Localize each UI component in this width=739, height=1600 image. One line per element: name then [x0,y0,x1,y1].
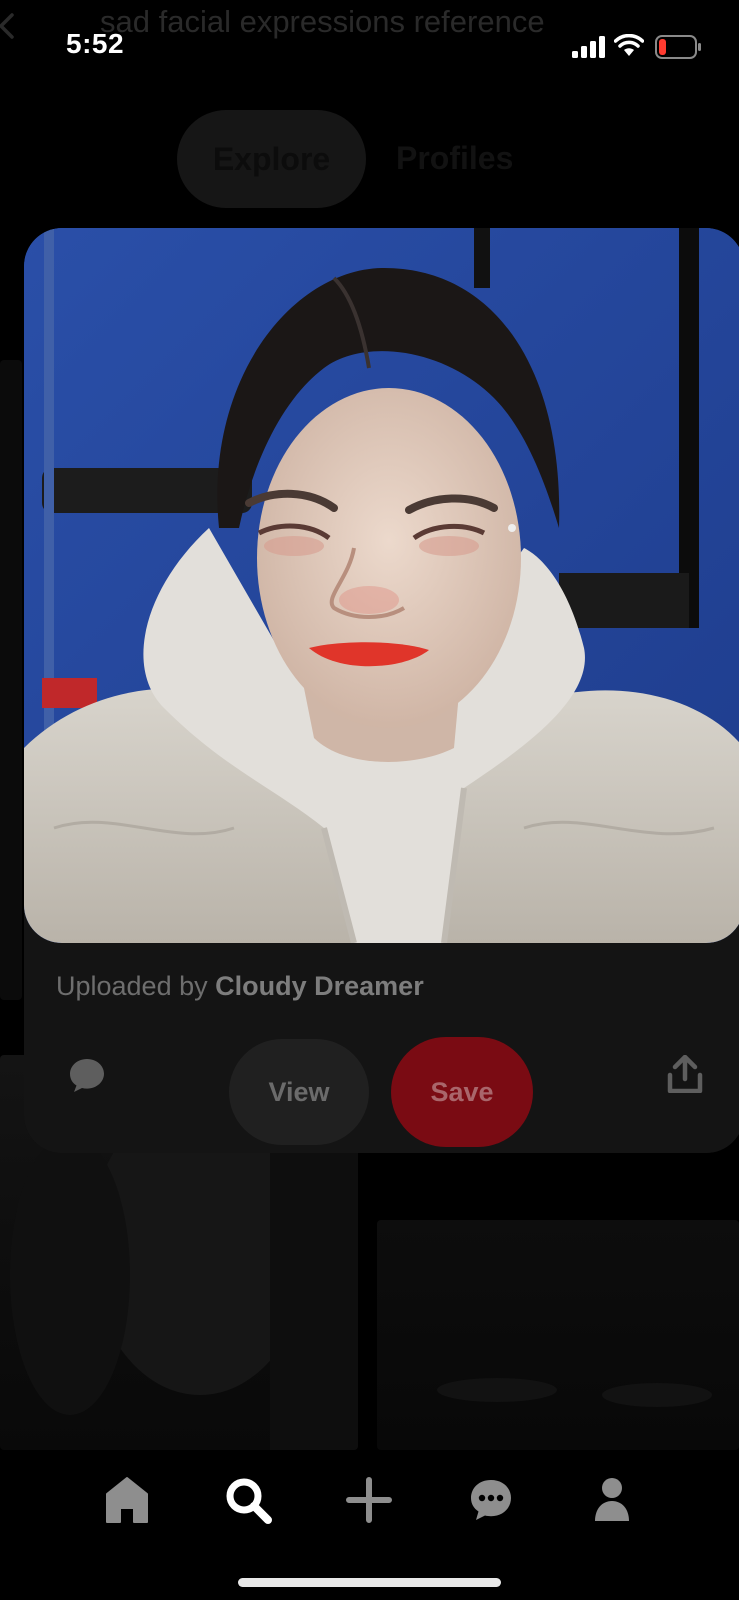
tab-profiles[interactable]: Profiles [396,140,513,177]
wifi-icon [614,34,644,56]
comment-icon[interactable] [68,1057,106,1093]
search-tabs: Explore Profiles [0,110,739,210]
pin-thumbnail-image [437,1378,712,1407]
uploaded-by: Uploaded by Cloudy Dreamer [56,971,424,1002]
status-time: 5:52 [66,28,125,59]
view-button[interactable]: View [229,1039,369,1145]
battery-icon [655,35,701,59]
nav-home[interactable] [97,1470,157,1530]
home-indicator[interactable] [238,1578,501,1587]
nav-create[interactable] [339,1470,399,1530]
save-button[interactable]: Save [391,1037,533,1147]
nav-search[interactable] [218,1470,278,1530]
pin-photo [24,228,739,943]
uploaded-by-prefix: Uploaded by [56,971,208,1001]
background-pin[interactable] [377,1220,739,1450]
pin-image[interactable] [24,228,739,943]
pin-card: Uploaded by Cloudy Dreamer View Save [24,228,739,1153]
plus-icon [346,1477,392,1523]
uploader-name[interactable]: Cloudy Dreamer [215,971,424,1001]
home-icon [106,1477,148,1523]
pin-footer: Uploaded by Cloudy Dreamer View Save [24,943,739,1153]
search-icon [226,1478,272,1524]
share-icon[interactable] [667,1055,703,1093]
tab-explore[interactable]: Explore [177,110,366,208]
status-bar: 5:52 [0,0,739,90]
chat-icon [471,1480,511,1520]
screen: sad facial expressions reference Explore… [0,0,739,1600]
profile-icon [595,1478,629,1521]
signal-icon [572,36,605,58]
background-pin[interactable] [0,360,22,1000]
nav-messages[interactable] [461,1470,521,1530]
nav-profile[interactable] [582,1470,642,1530]
